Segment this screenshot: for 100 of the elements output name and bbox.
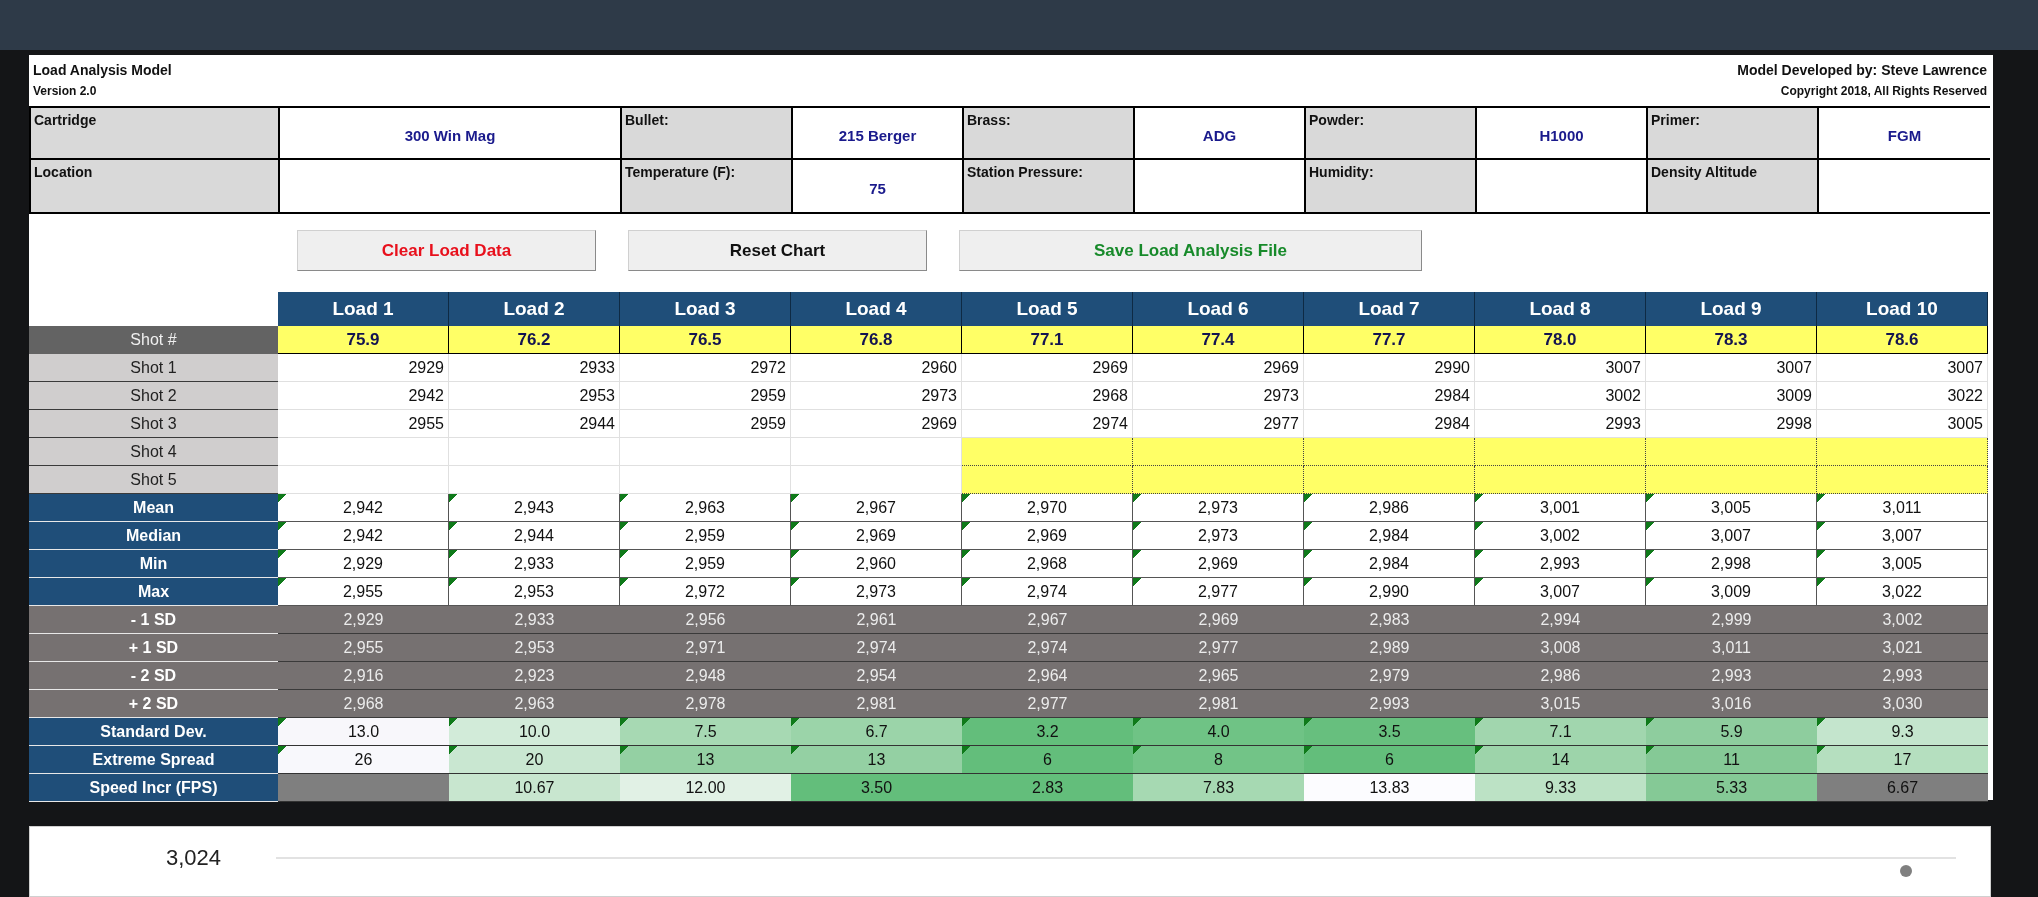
table-cell: 2,979 — [1304, 662, 1475, 690]
table-cell: 2,973 — [1133, 494, 1304, 522]
table-cell: 2,964 — [962, 662, 1133, 690]
table-cell: 2,990 — [1304, 578, 1475, 606]
table-cell: 2,967 — [791, 494, 962, 522]
table-cell[interactable]: 3007 — [1817, 354, 1988, 382]
charge-cell[interactable]: 76.8 — [791, 326, 962, 354]
table-cell[interactable]: 3007 — [1646, 354, 1817, 382]
charge-cell[interactable]: 77.4 — [1133, 326, 1304, 354]
table-cell: 2,929 — [278, 606, 449, 634]
highlighted-cell[interactable] — [1817, 438, 1988, 466]
table-cell[interactable] — [791, 466, 962, 494]
highlighted-cell[interactable] — [1475, 466, 1646, 494]
table-cell: 20 — [449, 746, 620, 774]
table-cell: 3.5 — [1304, 718, 1475, 746]
table-cell[interactable]: 2955 — [278, 410, 449, 438]
highlighted-cell[interactable] — [1304, 438, 1475, 466]
table-cell[interactable]: 2977 — [1133, 410, 1304, 438]
table-cell[interactable]: 2969 — [962, 354, 1133, 382]
row-header: Shot 5 — [29, 466, 278, 494]
column-header: Load 10 — [1817, 292, 1988, 326]
table-cell[interactable]: 2944 — [449, 410, 620, 438]
table-cell[interactable]: 2969 — [1133, 354, 1304, 382]
field-value[interactable]: H1000 — [1477, 108, 1648, 160]
table-cell[interactable]: 2953 — [449, 382, 620, 410]
highlighted-cell[interactable] — [1304, 466, 1475, 494]
highlighted-cell[interactable] — [962, 466, 1133, 494]
table-cell[interactable]: 2973 — [791, 382, 962, 410]
table-cell[interactable]: 2984 — [1304, 382, 1475, 410]
charge-cell[interactable]: 78.6 — [1817, 326, 1988, 354]
charge-cell[interactable]: 76.5 — [620, 326, 791, 354]
highlighted-cell[interactable] — [962, 438, 1133, 466]
row-header: Min — [29, 550, 278, 578]
table-cell: 10.67 — [449, 774, 620, 802]
table-cell[interactable]: 3022 — [1817, 382, 1988, 410]
table-cell[interactable]: 3007 — [1475, 354, 1646, 382]
table-cell[interactable]: 2933 — [449, 354, 620, 382]
charge-cell[interactable]: 77.7 — [1304, 326, 1475, 354]
table-cell: 2,948 — [620, 662, 791, 690]
charge-cell[interactable]: 75.9 — [278, 326, 449, 354]
field-label: Density Altitude — [1648, 160, 1819, 212]
table-cell: 2,959 — [620, 550, 791, 578]
field-value[interactable]: 300 Win Mag — [280, 108, 622, 160]
highlighted-cell[interactable] — [1646, 438, 1817, 466]
table-cell[interactable] — [449, 438, 620, 466]
table-cell: 2,993 — [1304, 690, 1475, 718]
table-cell[interactable]: 3005 — [1817, 410, 1988, 438]
highlighted-cell[interactable] — [1475, 438, 1646, 466]
highlighted-cell[interactable] — [1817, 466, 1988, 494]
table-cell: 2,970 — [962, 494, 1133, 522]
table-cell[interactable]: 2960 — [791, 354, 962, 382]
table-cell: 8 — [1133, 746, 1304, 774]
field-label: Humidity: — [1306, 160, 1477, 212]
table-cell[interactable]: 2942 — [278, 382, 449, 410]
table-cell[interactable]: 2974 — [962, 410, 1133, 438]
table-cell[interactable]: 2929 — [278, 354, 449, 382]
table-cell: 3,015 — [1475, 690, 1646, 718]
table-cell: 2,972 — [620, 578, 791, 606]
table-cell[interactable]: 3002 — [1475, 382, 1646, 410]
action-button[interactable]: Reset Chart — [628, 230, 927, 271]
table-cell[interactable]: 3009 — [1646, 382, 1817, 410]
table-cell[interactable]: 2998 — [1646, 410, 1817, 438]
field-value[interactable]: 215 Berger — [793, 108, 964, 160]
table-cell[interactable] — [278, 466, 449, 494]
table-cell[interactable]: 2972 — [620, 354, 791, 382]
charge-cell[interactable]: 78.3 — [1646, 326, 1817, 354]
table-cell[interactable] — [449, 466, 620, 494]
table-cell[interactable] — [620, 466, 791, 494]
table-cell[interactable] — [278, 438, 449, 466]
row-header: Speed Incr (FPS) — [29, 774, 278, 802]
table-cell[interactable]: 2959 — [620, 410, 791, 438]
table-cell[interactable]: 2990 — [1304, 354, 1475, 382]
field-value[interactable]: ADG — [1135, 108, 1306, 160]
table-cell: 2,974 — [791, 634, 962, 662]
highlighted-cell[interactable] — [1133, 466, 1304, 494]
charge-cell[interactable]: 77.1 — [962, 326, 1133, 354]
table-cell: 2,933 — [449, 550, 620, 578]
table-cell[interactable]: 2969 — [791, 410, 962, 438]
table-cell: 2,953 — [449, 578, 620, 606]
action-button[interactable]: Clear Load Data — [297, 230, 596, 271]
table-cell: 2,984 — [1304, 550, 1475, 578]
field-label: Location — [31, 160, 280, 212]
table-cell: 2,969 — [1133, 606, 1304, 634]
table-cell: 10.0 — [449, 718, 620, 746]
table-cell[interactable]: 2959 — [620, 382, 791, 410]
table-cell[interactable]: 2984 — [1304, 410, 1475, 438]
highlighted-cell[interactable] — [1133, 438, 1304, 466]
table-cell[interactable]: 2968 — [962, 382, 1133, 410]
table-cell[interactable]: 2993 — [1475, 410, 1646, 438]
charge-cell[interactable]: 76.2 — [449, 326, 620, 354]
highlighted-cell[interactable] — [1646, 466, 1817, 494]
table-cell[interactable]: 2973 — [1133, 382, 1304, 410]
table-cell[interactable] — [791, 438, 962, 466]
charge-cell[interactable]: 78.0 — [1475, 326, 1646, 354]
table-cell[interactable] — [620, 438, 791, 466]
table-cell: 2,989 — [1304, 634, 1475, 662]
table-cell: 7.83 — [1133, 774, 1304, 802]
action-button[interactable]: Save Load Analysis File — [959, 230, 1422, 271]
row-header: Mean — [29, 494, 278, 522]
field-value[interactable]: FGM — [1819, 108, 1990, 160]
